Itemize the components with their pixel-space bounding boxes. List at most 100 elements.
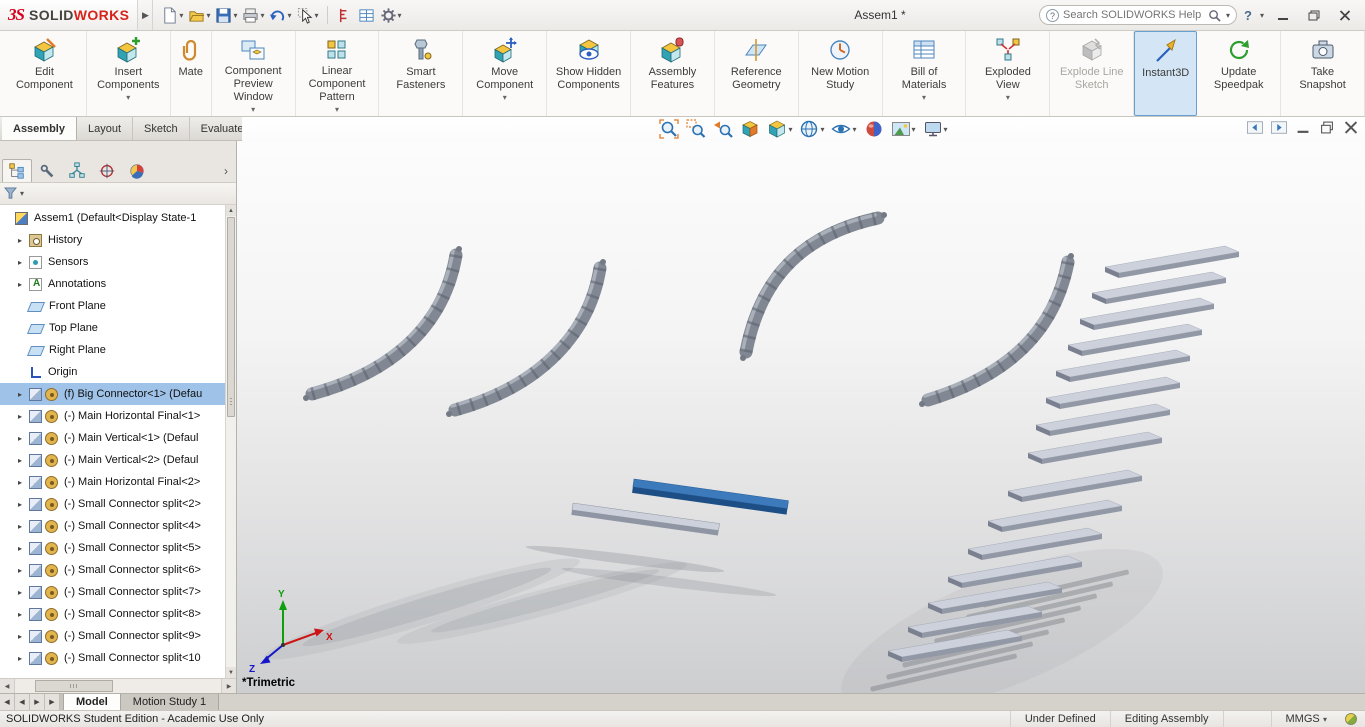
tab-configuration-manager[interactable] xyxy=(62,159,92,182)
tree-item[interactable]: ▸ (-) Small Connector split<7> xyxy=(0,581,225,603)
scroll-up-icon[interactable]: ▲ xyxy=(226,205,236,216)
dropdown-caret-icon[interactable]: ▾ xyxy=(126,93,130,102)
expand-arrow-icon[interactable]: ▸ xyxy=(18,544,29,553)
tree-item[interactable]: ▸ (-) Main Horizontal Final<1> xyxy=(0,405,225,427)
display-style-button[interactable]: ▾ xyxy=(797,118,826,140)
pane-left-toggle-icon[interactable] xyxy=(1247,121,1263,134)
tree-item[interactable]: ▸ (-) Small Connector split<8> xyxy=(0,603,225,625)
options-button[interactable]: ▾ xyxy=(378,5,404,26)
linear-component-pattern-button[interactable]: Linear Component Pattern ▾ xyxy=(296,31,380,116)
expand-arrow-icon[interactable]: ▸ xyxy=(18,610,29,619)
tree-item[interactable]: ▸ (f) Big Connector<1> (Defau xyxy=(0,383,225,405)
graphics-viewport[interactable]: Y X Z *Trimetric xyxy=(237,141,1365,693)
expand-arrow-icon[interactable]: ▸ xyxy=(18,412,29,421)
previous-view-button[interactable] xyxy=(711,118,735,140)
expand-arrow-icon[interactable]: ▸ xyxy=(18,434,29,443)
select-tool-button[interactable]: ▾ xyxy=(295,5,321,26)
dropdown-caret-icon[interactable]: ▾ xyxy=(912,125,916,134)
help-button[interactable]: ? xyxy=(1244,8,1252,23)
reference-geometry-button[interactable]: Reference Geometry xyxy=(715,31,799,116)
tree-item[interactable]: Front Plane xyxy=(0,295,225,317)
scroll-right-icon[interactable]: ▶ xyxy=(221,679,236,693)
expand-arrow-icon[interactable]: ▸ xyxy=(18,654,29,663)
zoom-to-fit-button[interactable] xyxy=(657,118,681,140)
dropdown-caret-icon[interactable]: ▾ xyxy=(251,105,255,114)
view-settings-button[interactable]: ▾ xyxy=(921,118,950,140)
show-hidden-components-button[interactable]: Show Hidden Components xyxy=(547,31,632,116)
tree-item[interactable]: ▸ (-) Main Vertical<2> (Defaul xyxy=(0,449,225,471)
restore-button[interactable] xyxy=(1302,5,1326,25)
dropdown-caret-icon[interactable]: ▾ xyxy=(233,11,237,20)
status-corner-icon[interactable] xyxy=(1345,713,1357,725)
tab-layout[interactable]: Layout xyxy=(77,117,134,140)
assembly-features-button[interactable]: Assembly Features xyxy=(631,31,715,116)
update-speedpak-button[interactable]: Update Speedpak xyxy=(1197,31,1282,116)
expand-arrow-icon[interactable]: ▸ xyxy=(18,258,29,267)
tree-item[interactable]: ▸ (-) Small Connector split<10 xyxy=(0,647,225,669)
scrollbar-thumb[interactable] xyxy=(35,680,113,692)
scroll-left-icon[interactable]: ◀ xyxy=(0,679,15,693)
tab-scroll-last-icon[interactable]: ▶ xyxy=(45,694,60,710)
measure-button[interactable] xyxy=(334,5,355,26)
dropdown-caret-icon[interactable]: ▾ xyxy=(260,11,264,20)
tree-item[interactable]: ▸ (-) Small Connector split<9> xyxy=(0,625,225,647)
tab-assembly[interactable]: Assembly xyxy=(2,117,77,140)
window-close-icon[interactable] xyxy=(1343,121,1359,134)
dropdown-caret-icon[interactable]: ▾ xyxy=(1006,93,1010,102)
tab-dimxpert-manager[interactable] xyxy=(92,159,122,182)
tree-item[interactable]: Origin xyxy=(0,361,225,383)
tab-motion-study-1[interactable]: Motion Study 1 xyxy=(120,694,220,710)
units-selector[interactable]: MMGS ▾ xyxy=(1270,711,1341,727)
dropdown-caret-icon[interactable]: ▾ xyxy=(287,11,291,20)
tree-item[interactable]: Top Plane xyxy=(0,317,225,339)
scroll-down-icon[interactable]: ▼ xyxy=(226,667,236,678)
tree-item[interactable]: ▸ (-) Small Connector split<2> xyxy=(0,493,225,515)
new-document-button[interactable]: ▾ xyxy=(159,5,185,26)
tree-item[interactable]: ▸ (-) Small Connector split<5> xyxy=(0,537,225,559)
view-orientation-button[interactable]: ▾ xyxy=(765,118,794,140)
print-button[interactable]: ▾ xyxy=(240,5,266,26)
units-caret-icon[interactable]: ▾ xyxy=(1321,715,1327,724)
minimize-button[interactable] xyxy=(1271,5,1295,25)
expand-arrow-icon[interactable]: ▸ xyxy=(18,478,29,487)
component-preview-window-button[interactable]: Component Preview Window ▾ xyxy=(212,31,296,116)
tree-item[interactable]: ▸ (-) Small Connector split<6> xyxy=(0,559,225,581)
instant3d-button[interactable]: Instant3D xyxy=(1134,31,1198,116)
expand-arrow-icon[interactable]: ▸ xyxy=(18,522,29,531)
tab-property-manager[interactable] xyxy=(32,159,62,182)
dropdown-caret-icon[interactable]: ▾ xyxy=(179,11,183,20)
help-caret-icon[interactable]: ▾ xyxy=(1260,11,1264,20)
open-document-button[interactable]: ▾ xyxy=(186,5,212,26)
tab-scroll-next-icon[interactable]: ▶ xyxy=(30,694,45,710)
panel-flyout-chevron-icon[interactable]: › xyxy=(218,159,234,182)
dropdown-caret-icon[interactable]: ▾ xyxy=(315,11,319,20)
exploded-view-button[interactable]: Exploded View ▾ xyxy=(966,31,1051,116)
tab-sketch[interactable]: Sketch xyxy=(133,117,190,140)
new-motion-study-button[interactable]: New Motion Study xyxy=(799,31,883,116)
expand-arrow-icon[interactable]: ▸ xyxy=(18,588,29,597)
scrollbar-track[interactable] xyxy=(15,679,221,693)
pane-right-toggle-icon[interactable] xyxy=(1271,121,1287,134)
tab-display-manager[interactable] xyxy=(122,159,152,182)
dropdown-caret-icon[interactable]: ▾ xyxy=(398,11,402,20)
dropdown-caret-icon[interactable]: ▾ xyxy=(820,125,824,134)
zoom-to-area-button[interactable] xyxy=(684,118,708,140)
dropdown-caret-icon[interactable]: ▾ xyxy=(944,125,948,134)
tree-item[interactable]: Assem1 (Default<Display State-1 xyxy=(0,207,225,229)
take-snapshot-button[interactable]: Take Snapshot xyxy=(1281,31,1365,116)
expand-arrow-icon[interactable]: ▸ xyxy=(18,500,29,509)
help-search-box[interactable]: ? ▾ xyxy=(1039,5,1238,25)
mate-button[interactable]: Mate xyxy=(171,31,212,116)
save-button[interactable]: ▾ xyxy=(213,5,239,26)
search-input[interactable] xyxy=(1063,9,1205,21)
expand-arrow-icon[interactable]: ▸ xyxy=(18,236,29,245)
edit-component-button[interactable]: Edit Component xyxy=(3,31,87,116)
expand-arrow-icon[interactable]: ▸ xyxy=(18,456,29,465)
window-minimize-icon[interactable] xyxy=(1295,121,1311,134)
tree-item[interactable]: ▸ Annotations xyxy=(0,273,225,295)
section-view-button[interactable] xyxy=(738,118,762,140)
smart-fasteners-button[interactable]: Smart Fasteners xyxy=(379,31,464,116)
tree-horizontal-scrollbar[interactable]: ◀ ▶ xyxy=(0,678,236,693)
close-button[interactable] xyxy=(1333,5,1357,25)
tree-item[interactable]: ▸ (-) Main Horizontal Final<2> xyxy=(0,471,225,493)
